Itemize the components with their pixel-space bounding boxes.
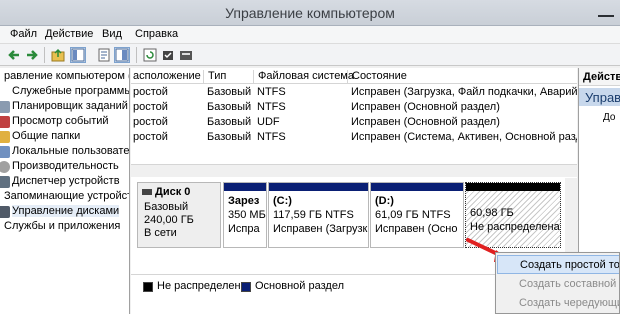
menu-item-create-striped-volume[interactable]: Создать чередующий	[497, 294, 619, 313]
partition-d[interactable]: (D:) 61,09 ГБ NTFS Исправен (Осно	[370, 182, 464, 248]
legend-label-unallocated: Не распределена	[157, 280, 247, 292]
menu-item-create-spanned-volume[interactable]: Создать составной том	[497, 275, 619, 294]
context-menu: Создать простой том... Создать составной…	[495, 252, 620, 314]
performance-icon	[0, 161, 10, 173]
forward-icon[interactable]	[24, 47, 40, 63]
folder-icon	[0, 131, 10, 143]
menu-help[interactable]: Справка	[135, 28, 178, 40]
partition-unallocated[interactable]: 60,98 ГБ Не распределена	[465, 182, 561, 248]
toolbar	[0, 44, 620, 66]
volume-list-header: асположение Тип Файловая система Состоян…	[131, 68, 577, 84]
toolbar-separator	[136, 47, 137, 63]
legend-swatch-unallocated	[143, 282, 153, 292]
device-icon	[0, 176, 10, 188]
menu-item-create-simple-volume[interactable]: Создать простой том...	[497, 255, 619, 274]
disk-icon	[142, 189, 152, 195]
event-icon	[0, 116, 10, 128]
toolbar-separator	[44, 47, 45, 63]
menu-file[interactable]: Файл	[10, 28, 37, 40]
disk-type: Базовый	[144, 201, 189, 213]
window-title: Управление компьютером	[225, 5, 395, 21]
legend-swatch-primary	[241, 282, 251, 292]
up-folder-icon[interactable]	[50, 47, 66, 63]
check-disk-icon[interactable]	[160, 47, 176, 63]
title-bar: Управление компьютером	[0, 0, 620, 26]
minimize-button[interactable]	[598, 7, 614, 17]
horizontal-scrollbar[interactable]	[131, 164, 577, 177]
show-tree-icon[interactable]	[70, 47, 86, 63]
properties-icon[interactable]	[96, 47, 112, 63]
back-icon[interactable]	[6, 47, 22, 63]
disk-0-info[interactable]: Диск 0 Базовый 240,00 ГБ В сети	[137, 182, 221, 248]
legend-label-primary: Основной раздел	[255, 280, 344, 292]
disk-status: В сети	[144, 227, 177, 239]
disk-icon[interactable]	[178, 47, 194, 63]
partition-reserved[interactable]: Зарез 350 МБ Испра	[223, 182, 267, 248]
menu-bar: Файл Действие Вид Справка	[0, 26, 620, 44]
col-status[interactable]: Состояние	[347, 70, 407, 84]
navigation-tree: равление компьютером (л Служебные програ…	[0, 68, 130, 314]
col-filesystem[interactable]: Файловая система	[253, 70, 354, 84]
menu-view[interactable]: Вид	[102, 28, 122, 40]
actions-header: Действ	[579, 68, 620, 86]
partition-c[interactable]: (C:) 117,59 ГБ NTFS Исправен (Загрузк	[268, 182, 369, 248]
actions-item[interactable]: До	[603, 112, 615, 123]
refresh-icon[interactable]	[142, 47, 158, 63]
clock-icon	[0, 101, 10, 113]
disk-size: 240,00 ГБ	[144, 214, 194, 226]
table-row[interactable]: ростой Базовый NTFS Исправен (Система, Акти…	[131, 130, 577, 145]
col-type[interactable]: Тип	[203, 70, 226, 84]
users-icon	[0, 146, 10, 158]
disk-name: Диск 0	[155, 186, 191, 198]
col-layout[interactable]: асположение	[131, 70, 201, 84]
details-view-icon[interactable]	[114, 47, 130, 63]
table-row[interactable]: ростой Базовый NTFS Исправен (Загрузка, Фай…	[131, 85, 577, 100]
table-row[interactable]: ростой Базовый NTFS Исправен (Основной разд…	[131, 100, 577, 115]
disk-management-icon	[0, 206, 10, 218]
menu-action[interactable]: Действие	[45, 28, 93, 40]
table-row[interactable]: ростой Базовый UDF Исправен (Основной разде…	[131, 115, 577, 130]
actions-section[interactable]: Управ	[579, 88, 620, 106]
